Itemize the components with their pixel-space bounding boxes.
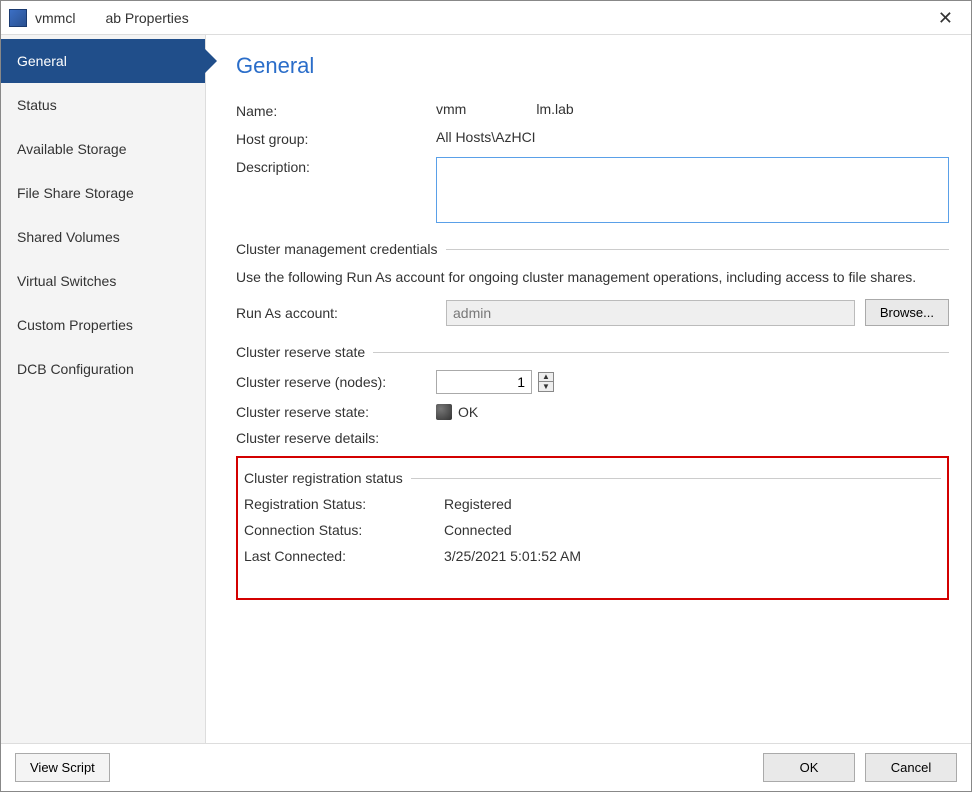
browse-button[interactable]: Browse... [865,299,949,326]
last-connected-label: Last Connected: [244,548,444,564]
sidebar-item-shared-volumes[interactable]: Shared Volumes [1,215,205,259]
sidebar-item-general[interactable]: General [1,39,205,83]
reserve-nodes-label: Cluster reserve (nodes): [236,374,436,390]
reserve-state-value: OK [458,404,478,420]
description-label: Description: [236,157,436,175]
page-title: General [236,53,949,79]
section-cluster-management-credentials: Cluster management credentials [236,241,949,257]
sidebar-item-dcb-configuration[interactable]: DCB Configuration [1,347,205,391]
footer: View Script OK Cancel [1,743,971,791]
sidebar-item-file-share-storage[interactable]: File Share Storage [1,171,205,215]
reserve-details-label: Cluster reserve details: [236,430,436,446]
reserve-nodes-input[interactable] [436,370,532,394]
runas-input[interactable] [446,300,855,326]
description-textarea[interactable] [436,157,949,223]
sidebar-item-status[interactable]: Status [1,83,205,127]
cluster-mgmt-hint: Use the following Run As account for ong… [236,267,949,287]
connection-status-label: Connection Status: [244,522,444,538]
section-cluster-registration-status: Cluster registration status [244,470,941,486]
reserve-nodes-stepper[interactable]: ▲ ▼ [538,372,554,392]
sidebar-item-custom-properties[interactable]: Custom Properties [1,303,205,347]
view-script-button[interactable]: View Script [15,753,110,782]
hostgroup-value: All Hosts\AzHCI [436,129,949,145]
hostgroup-label: Host group: [236,129,436,147]
status-ok-icon [436,404,452,420]
sidebar-item-virtual-switches[interactable]: Virtual Switches [1,259,205,303]
cancel-button[interactable]: Cancel [865,753,957,782]
ok-button[interactable]: OK [763,753,855,782]
last-connected-value: 3/25/2021 5:01:52 AM [444,548,581,564]
registration-status-value: Registered [444,496,512,512]
registration-status-label: Registration Status: [244,496,444,512]
section-cluster-reserve-state: Cluster reserve state [236,344,949,360]
chevron-down-icon[interactable]: ▼ [539,382,553,391]
connection-status-value: Connected [444,522,512,538]
window-title-right: ab Properties [105,10,188,26]
main-panel: General Name: vmmlm.lab Host group: All … [206,35,971,743]
app-icon [9,9,27,27]
sidebar-item-available-storage[interactable]: Available Storage [1,127,205,171]
window-title-left: vmmcl [35,10,75,26]
name-label: Name: [236,101,436,119]
chevron-up-icon[interactable]: ▲ [539,373,553,382]
name-value: vmmlm.lab [436,101,949,117]
registration-status-highlight: Cluster registration status Registration… [236,456,949,600]
reserve-state-label: Cluster reserve state: [236,404,436,420]
runas-label: Run As account: [236,305,436,321]
close-icon[interactable]: ✕ [928,5,963,31]
sidebar: General Status Available Storage File Sh… [1,35,206,743]
titlebar: vmmcl ab Properties ✕ [1,1,971,35]
